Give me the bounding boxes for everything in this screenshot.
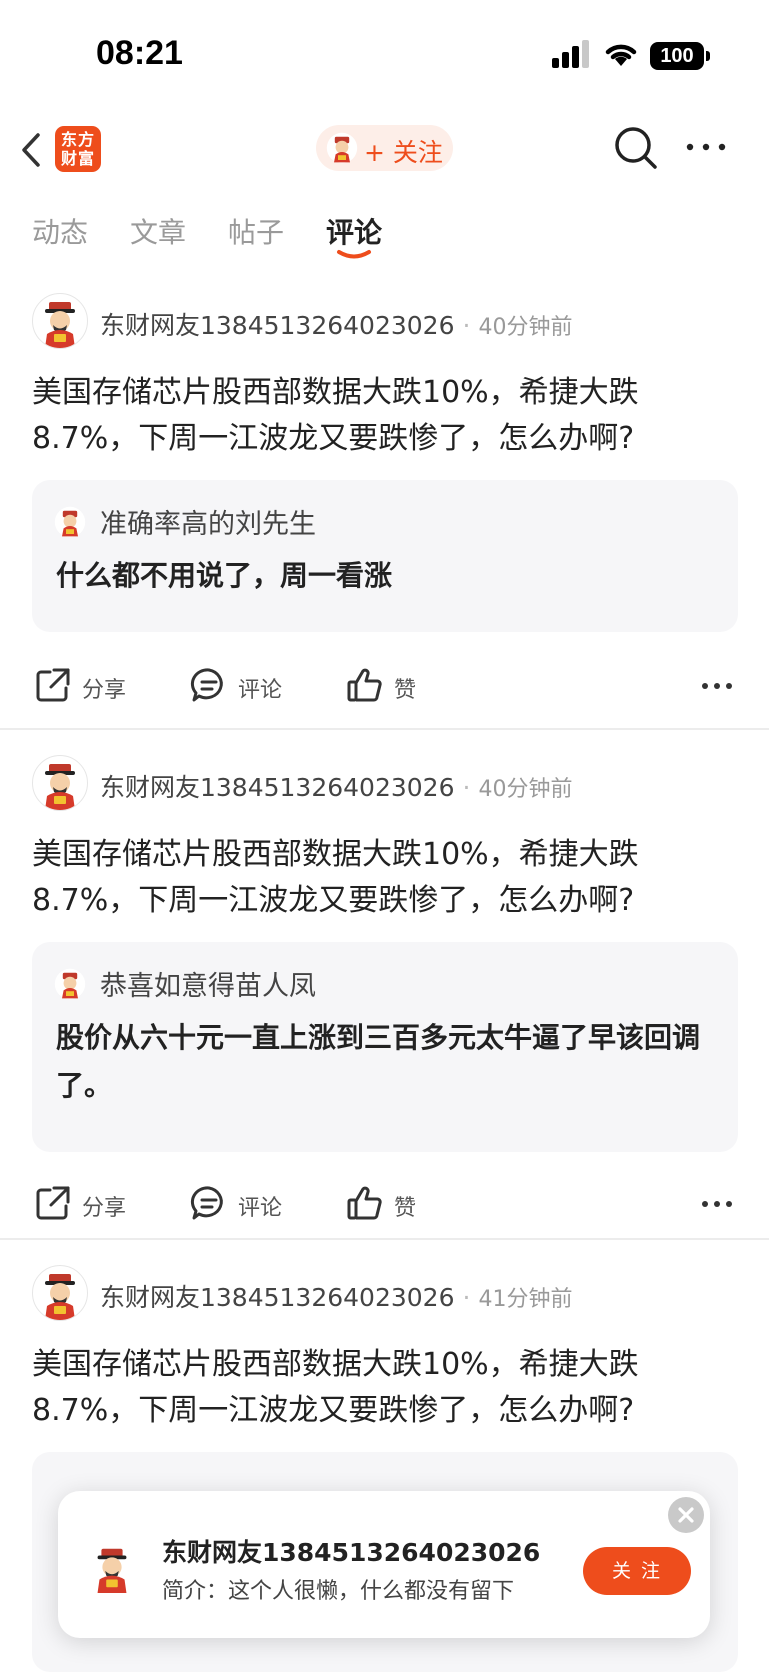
quote-avatar-icon [54, 506, 86, 538]
comment-icon [190, 1186, 223, 1220]
quote-text: 股价从六十元一直上涨到三百多元太牛逼了早该回调了。 [56, 1021, 701, 1102]
battery-indicator: 100 [650, 42, 704, 70]
comment-label: 评论 [238, 1196, 283, 1221]
quote-text: 什么都不用说了，周一看涨 [56, 559, 393, 592]
tab-comments[interactable]: 评论 [326, 211, 382, 251]
profile-tabs: 动态 文章 帖子 评论 [0, 205, 769, 265]
logo-line-2: 财富 [60, 149, 95, 168]
popup-bio: 简介：这个人很懒，什么都没有留下 [162, 1579, 515, 1604]
avatar-icon [45, 764, 75, 810]
logo-line-1: 东方 [60, 130, 95, 149]
comment-author[interactable]: 东财网友1384513264023026 · 40分钟前 [100, 768, 572, 804]
username-text: 东财网友1384513264023026 [100, 773, 455, 802]
comment-icon [190, 668, 223, 702]
popup-username: 东财网友1384513264023026 [162, 1538, 541, 1567]
quote-avatar-icon [54, 968, 86, 1000]
like-button[interactable]: 赞 [346, 662, 426, 712]
comment-text[interactable]: 美国存储芯片股西部数据大跌10%，希捷大跌8.7%，下周一江波龙又要跌惨了，怎么… [32, 370, 737, 462]
comment-time: 41分钟前 [478, 1287, 573, 1312]
more-options-icon[interactable] [684, 137, 728, 157]
tab-posts[interactable]: 帖子 [228, 211, 284, 251]
share-button[interactable]: 分享 [34, 1180, 134, 1230]
quoted-post[interactable]: 恭喜如意得苗人凤 股价从六十元一直上涨到三百多元太牛逼了早该回调了。 [32, 942, 738, 1152]
more-icon[interactable] [701, 676, 733, 696]
tab-dynamics[interactable]: 动态 [32, 211, 88, 251]
avatar-icon [45, 302, 75, 348]
like-label: 赞 [394, 678, 417, 703]
action-bar: 分享 评论 赞 [0, 662, 769, 712]
cellular-signal-icon [552, 40, 589, 68]
battery-cap [706, 51, 710, 61]
comment-label: 评论 [238, 678, 283, 703]
avatar[interactable] [32, 755, 88, 811]
popup-avatar-icon [97, 1548, 127, 1593]
status-time: 08:21 [96, 34, 183, 72]
tab-articles[interactable]: 文章 [130, 211, 186, 251]
eastmoney-logo[interactable]: 东方 财富 [55, 126, 101, 172]
share-icon [36, 668, 70, 702]
search-icon[interactable] [613, 125, 659, 171]
comment-author[interactable]: 东财网友1384513264023026 · 41分钟前 [100, 1278, 572, 1314]
thumbs-up-icon [347, 1186, 382, 1220]
comment-text[interactable]: 美国存储芯片股西部数据大跌10%，希捷大跌8.7%，下周一江波龙又要跌惨了，怎么… [32, 832, 737, 924]
username-text: 东财网友1384513264023026 [100, 1283, 455, 1312]
comment-author[interactable]: 东财网友1384513264023026 · 40分钟前 [100, 306, 572, 342]
comment-button[interactable]: 评论 [190, 662, 290, 712]
share-button[interactable]: 分享 [34, 662, 134, 712]
follow-button[interactable]: + 关注 [316, 125, 453, 171]
share-label: 分享 [82, 1196, 127, 1221]
popup-follow-button[interactable]: 关 注 [583, 1547, 691, 1595]
avatar-icon [326, 132, 358, 164]
like-label: 赞 [394, 1196, 417, 1221]
status-bar: 08:21 100 [0, 0, 769, 110]
popup-close-button[interactable] [668, 1497, 704, 1533]
user-follow-popup: 东财网友1384513264023026 简介：这个人很懒，什么都没有留下 关 … [58, 1491, 710, 1638]
avatar-icon [45, 1274, 75, 1320]
back-icon[interactable] [16, 129, 46, 171]
like-button[interactable]: 赞 [346, 1180, 426, 1230]
active-tab-indicator [337, 250, 371, 259]
share-label: 分享 [82, 678, 127, 703]
comment-button[interactable]: 评论 [190, 1180, 290, 1230]
avatar[interactable] [32, 293, 88, 349]
thumbs-up-icon [347, 668, 382, 702]
username-text: 东财网友1384513264023026 [100, 311, 455, 340]
header: 东方 财富 + 关注 [0, 115, 769, 185]
avatar[interactable] [32, 1265, 88, 1321]
close-icon [678, 1507, 694, 1523]
comment-time: 40分钟前 [478, 777, 573, 802]
comment-text[interactable]: 美国存储芯片股西部数据大跌10%，希捷大跌8.7%，下周一江波龙又要跌惨了，怎么… [32, 1342, 737, 1434]
action-bar: 分享 评论 赞 [0, 1180, 769, 1230]
quoted-post[interactable]: 准确率高的刘先生 什么都不用说了，周一看涨 [32, 480, 738, 632]
divider [0, 728, 769, 730]
share-icon [36, 1186, 70, 1220]
comment-time: 40分钟前 [478, 315, 573, 340]
quote-author: 恭喜如意得苗人凤 [100, 971, 316, 1002]
wifi-icon [605, 44, 637, 66]
follow-label: + 关注 [364, 138, 443, 167]
divider [0, 1238, 769, 1240]
quote-author: 准确率高的刘先生 [100, 509, 316, 540]
more-icon[interactable] [701, 1194, 733, 1214]
